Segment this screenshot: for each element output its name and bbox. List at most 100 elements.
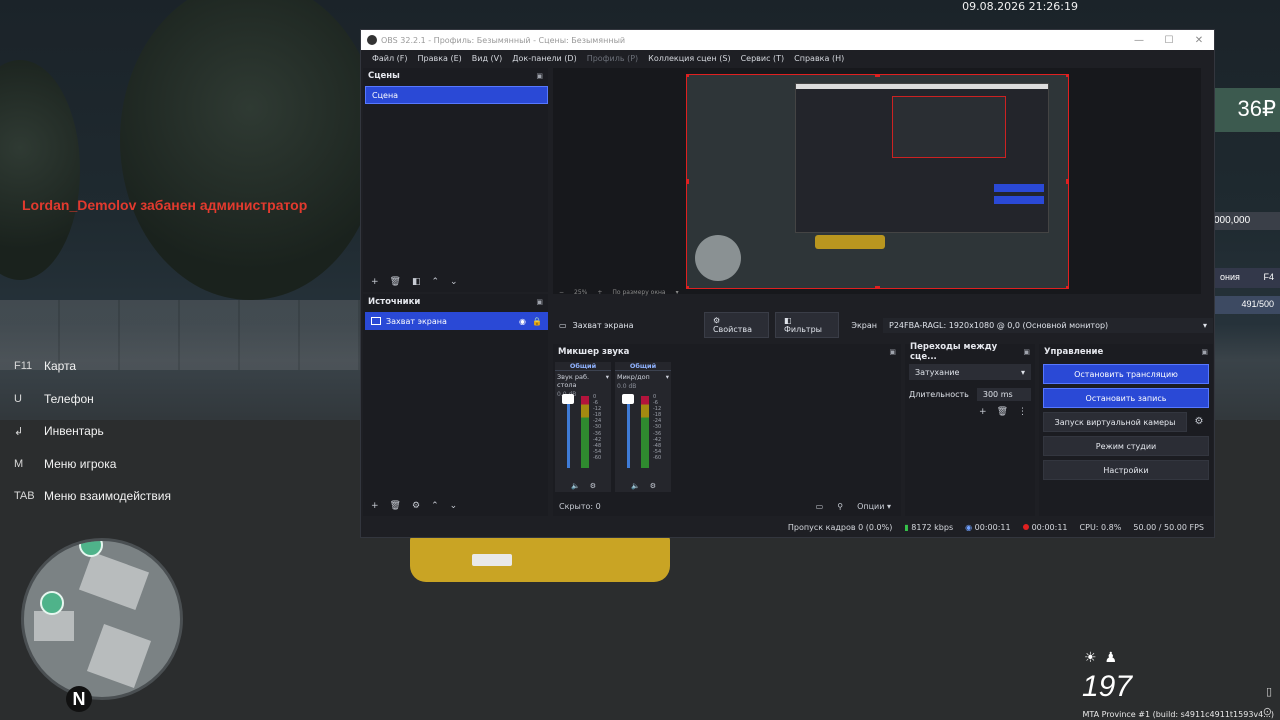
source-item[interactable]: Захват экрана ◉ 🔒	[365, 312, 548, 330]
add-icon[interactable]: +	[371, 501, 379, 511]
preview-zoom-bar: − 25% + По размеру окна ▾	[559, 289, 679, 296]
resize-handle[interactable]	[875, 75, 880, 77]
meter-scale: 0 -6 -12 -18 -24 -30 -36 -42 -48 -54 -60	[653, 394, 661, 461]
scene-item[interactable]: Сцена	[365, 86, 548, 104]
stop-record-button[interactable]: Остановить запись	[1043, 388, 1209, 408]
menu-scene-collection[interactable]: Коллекция сцен (S)	[643, 54, 735, 63]
hidden-count: Скрыто: 0	[559, 501, 601, 511]
resize-handle[interactable]	[1066, 286, 1068, 288]
menu-tools[interactable]: Сервис (T)	[736, 54, 790, 63]
status-bar: Пропуск кадров 0 (0.0%) ▮ 8172 kbps ◉ 00…	[361, 517, 1214, 537]
menu-docks[interactable]: Док-панели (D)	[507, 54, 581, 63]
add-icon[interactable]: +	[979, 407, 987, 417]
stop-stream-button[interactable]: Остановить трансляцию	[1043, 364, 1209, 384]
fader-knob[interactable]	[562, 394, 574, 404]
trash-icon[interactable]: 🗑	[390, 501, 401, 511]
hotkey-label: Меню взаимодействия	[44, 489, 171, 504]
controls-header: Управление ▣	[1039, 344, 1213, 360]
speaker-icon[interactable]: 🔈	[571, 482, 590, 490]
settings-button[interactable]: Настройки	[1043, 460, 1209, 480]
zoom-fit-select[interactable]: По размеру окна	[612, 289, 665, 296]
tree-shape	[0, 60, 80, 280]
resize-handle[interactable]	[687, 286, 689, 288]
undock-icon[interactable]: ▣	[1201, 348, 1208, 356]
undock-icon[interactable]: ▣	[536, 298, 543, 306]
lock-icon[interactable]: 🔒	[532, 317, 542, 326]
studio-mode-button[interactable]: Режим студии	[1043, 436, 1209, 456]
gear-icon[interactable]: ⚙	[412, 501, 420, 511]
properties-button[interactable]: ⚙ Свойства	[703, 312, 769, 338]
speedometer: 197	[1082, 670, 1133, 703]
zoom-in-icon[interactable]: +	[597, 289, 602, 296]
mixer-title: Микшер звука	[558, 347, 630, 357]
chevron-down-icon[interactable]: ⌄	[450, 277, 458, 287]
minimize-icon[interactable]: —	[1124, 35, 1154, 46]
screen-select[interactable]: P24FBA-RAGL: 1920x1080 @ 0,0 (Основной м…	[883, 317, 1213, 333]
trash-icon[interactable]: 🗑	[390, 277, 401, 287]
duration-input[interactable]: 300 ms	[976, 388, 1031, 401]
eye-icon[interactable]: ◉	[519, 317, 526, 326]
obs-titlebar[interactable]: OBS 32.2.1 - Профиль: Безымянный - Сцены…	[361, 30, 1214, 50]
menu-edit[interactable]: Правка (E)	[413, 54, 467, 63]
context-source-name: Захват экрана	[572, 320, 634, 330]
scale-tick: -30	[593, 424, 602, 431]
filter-icon[interactable]: ◧	[412, 277, 421, 287]
resize-handle[interactable]	[687, 179, 689, 184]
duration-row: Длительность 300 ms	[909, 388, 1031, 401]
preview-area[interactable]: − 25% + По размеру окна ▾	[553, 68, 1201, 296]
add-icon[interactable]: +	[371, 277, 379, 287]
chevron-up-icon[interactable]: ⌃	[431, 501, 439, 511]
menu-profile[interactable]: Профиль (P)	[582, 54, 643, 63]
virtual-camera-button[interactable]: Запуск виртуальной камеры	[1043, 412, 1187, 432]
chevron-down-icon: ▾	[605, 373, 609, 381]
preview-canvas[interactable]	[686, 74, 1069, 289]
stream-time: 00:00:11	[974, 522, 1011, 532]
nested-preview	[892, 96, 1006, 158]
zoom-out-icon[interactable]: −	[559, 289, 564, 296]
resize-handle[interactable]	[875, 286, 880, 288]
channel-icons: 🔈⚙	[571, 482, 606, 490]
transition-select[interactable]: Затухание ▾	[909, 364, 1031, 380]
undock-icon[interactable]: ▣	[536, 72, 543, 80]
volume-fader[interactable]	[627, 396, 630, 468]
scale-tick: -30	[653, 424, 662, 431]
layout-icon[interactable]: ▭	[816, 502, 824, 511]
channel-name-row[interactable]: Микр/доп ▾	[615, 371, 671, 383]
record-time: 00:00:11	[1031, 522, 1068, 532]
resize-handle[interactable]	[1066, 179, 1068, 184]
gear-icon[interactable]: ⚙	[1189, 412, 1209, 432]
ban-message: Lordan_Demolov забанен администратор	[22, 197, 308, 213]
chevron-up-icon[interactable]: ⌃	[432, 277, 440, 287]
chevron-down-icon: ▾	[665, 373, 669, 381]
volume-fader[interactable]	[567, 396, 570, 468]
channel-name-row[interactable]: Звук раб. стола ▾	[555, 371, 611, 391]
fader-knob[interactable]	[622, 394, 634, 404]
options-label: Опции	[857, 501, 885, 511]
gear-icon[interactable]: ⚙	[650, 482, 666, 490]
resize-handle[interactable]	[1066, 75, 1068, 77]
options-button[interactable]: Опции ▾	[857, 502, 891, 511]
trash-icon[interactable]: 🗑	[997, 407, 1008, 417]
undock-icon[interactable]: ▣	[889, 348, 896, 356]
screen-select-value: P24FBA-RAGL: 1920x1080 @ 0,0 (Основной м…	[889, 320, 1109, 330]
link-icon[interactable]: ⚲	[837, 502, 843, 511]
menu-file[interactable]: Файл (F)	[367, 54, 413, 63]
screen-label: Экран	[851, 320, 877, 330]
resize-handle[interactable]	[687, 75, 689, 77]
menu-view[interactable]: Вид (V)	[467, 54, 507, 63]
speaker-icon[interactable]: 🔈	[631, 482, 650, 490]
hotkey-key: F11	[14, 360, 33, 373]
chevron-down-icon[interactable]: ▾	[676, 289, 679, 296]
menu-help[interactable]: Справка (H)	[789, 54, 849, 63]
chevron-down-icon[interactable]: ⌄	[450, 501, 458, 511]
filters-button[interactable]: ◧ Фильтры	[775, 312, 840, 338]
undock-icon[interactable]: ▣	[1023, 348, 1030, 356]
bus-stop-icon	[40, 591, 64, 615]
close-icon[interactable]: ✕	[1184, 35, 1214, 46]
volume-meter	[641, 396, 649, 468]
maximize-icon[interactable]: ☐	[1154, 35, 1184, 46]
menu-bar: Файл (F) Правка (E) Вид (V) Док-панели (…	[361, 50, 1214, 67]
chevron-down-icon: ▾	[1202, 320, 1207, 330]
gear-icon[interactable]: ⚙	[590, 482, 606, 490]
more-icon[interactable]: ⋮	[1018, 407, 1027, 417]
